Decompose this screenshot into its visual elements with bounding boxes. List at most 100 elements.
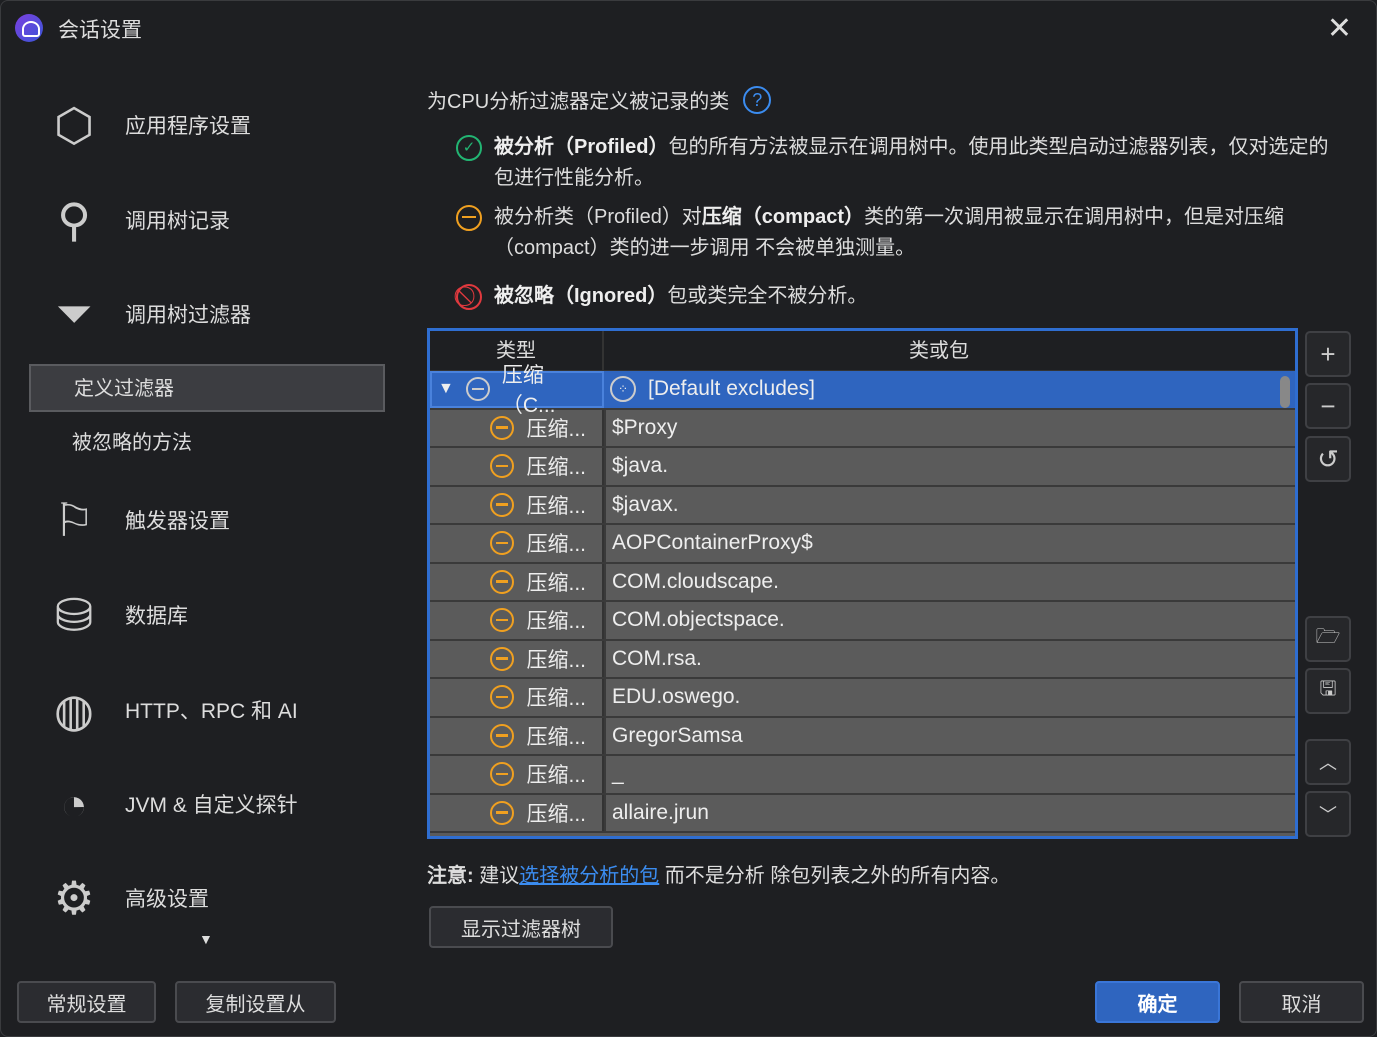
- compact-icon: [490, 800, 515, 825]
- compact-icon: [490, 454, 515, 479]
- legend-bold: 被忽略（Ignored）: [494, 285, 668, 307]
- move-down-button[interactable]: ﹀: [1305, 791, 1351, 837]
- gauge-icon: ◔: [60, 778, 88, 830]
- nav-label: HTTP、RPC 和 AI: [125, 700, 298, 723]
- value-cell: $Proxy: [604, 409, 1274, 446]
- ignored-icon: ⃠: [456, 284, 482, 310]
- table-row[interactable]: 压缩... $javax.: [430, 486, 1295, 525]
- page-heading: 为CPU分析过滤器定义被记录的类?: [427, 85, 772, 114]
- nav-item-4[interactable]: ⛁ 数据库: [45, 586, 188, 644]
- general-settings-button[interactable]: 常规设置: [17, 981, 156, 1023]
- compact-icon: [490, 646, 515, 671]
- nav-item-5[interactable]: ◍ HTTP、RPC 和 AI: [45, 681, 298, 739]
- value-cell: ⁘ [Default excludes]: [604, 371, 1274, 408]
- subnav-define-filters[interactable]: 定义过滤器: [29, 364, 385, 412]
- copy-settings-button[interactable]: 复制设置从: [175, 981, 336, 1023]
- table-row[interactable]: 压缩... _: [430, 756, 1295, 795]
- type-cell: 压缩...: [430, 640, 604, 677]
- nav-label: 调用树过滤器: [125, 304, 251, 327]
- remove-button[interactable]: −: [1305, 383, 1351, 429]
- value-cell: COM.cloudscape.: [604, 563, 1274, 600]
- value-cell: AOPContainerProxy$: [604, 525, 1274, 562]
- type-cell: 压缩...: [430, 409, 604, 446]
- close-icon[interactable]: ✕: [1327, 11, 1352, 46]
- type-cell: 压缩...: [430, 525, 604, 562]
- type-text: 压缩...: [526, 533, 586, 557]
- type-cell: 压缩...: [430, 756, 604, 793]
- session-settings-dialog: 会话设置 ✕ ⬡ 应用程序设置 ⚲ 调用树记录 ⏷ 调用树过滤器 ⚐ 触发器设置 ⛁ 数据库 ◍ HT…: [0, 0, 1377, 1037]
- table-row[interactable]: 压缩... $Proxy: [430, 409, 1295, 448]
- compact-icon: [490, 608, 515, 633]
- type-cell: ▼ 压缩（C...: [430, 364, 604, 417]
- add-button[interactable]: +: [1305, 331, 1351, 377]
- subnav-ignored-methods[interactable]: 被忽略的方法: [29, 420, 385, 468]
- table-row[interactable]: 压缩... AOPContainerProxy$: [430, 525, 1295, 564]
- table-scrollbar[interactable]: [1280, 376, 1290, 408]
- table-row[interactable]: 压缩... $java.: [430, 448, 1295, 487]
- note-pre: 建议: [479, 865, 520, 887]
- type-cell: 压缩...: [430, 563, 604, 600]
- app-logo-icon: [15, 14, 43, 42]
- value-cell: allaire.jrun: [604, 794, 1274, 831]
- nav-item-6[interactable]: ◔ JVM & 自定义探针: [45, 775, 298, 833]
- type-text: 压缩...: [526, 764, 586, 788]
- nav-label: 数据库: [125, 605, 188, 628]
- legend-bold: 被分析（Profiled）: [494, 136, 669, 158]
- table-row[interactable]: 压缩... COM.cloudscape.: [430, 563, 1295, 602]
- nav-item-7[interactable]: ⚙ 高级设置: [45, 869, 209, 927]
- open-folder-button[interactable]: 🗁: [1305, 616, 1351, 662]
- move-up-button[interactable]: ︿: [1305, 739, 1351, 785]
- type-text: 压缩...: [526, 648, 586, 672]
- compact-icon: [490, 762, 515, 787]
- cancel-button[interactable]: 取消: [1239, 981, 1364, 1023]
- table-row[interactable]: 压缩... GregorSamsa: [430, 717, 1295, 756]
- filter-icon: ⏷: [55, 287, 93, 339]
- value-text: COM.objectspace.: [612, 608, 785, 632]
- compact-icon: [490, 415, 515, 440]
- table-row[interactable]: 压缩... allaire.jrun: [430, 794, 1295, 833]
- type-cell: 压缩...: [430, 448, 604, 485]
- select-profiled-packages-link[interactable]: 选择被分析的包: [519, 865, 659, 887]
- nav-item-3[interactable]: ⚐ 触发器设置: [45, 491, 230, 549]
- value-cell: $java.: [604, 448, 1274, 485]
- type-cell: 压缩...: [430, 717, 604, 754]
- database-icon: ⛁: [54, 589, 94, 641]
- value-cell: $javax.: [604, 486, 1274, 523]
- value-text: GregorSamsa: [612, 723, 743, 747]
- compact-icon: [490, 685, 515, 710]
- table-row[interactable]: ▼ 压缩（C... ⁘ [Default excludes]: [430, 364, 1295, 417]
- table-row[interactable]: 压缩... COM.objectspace.: [430, 602, 1295, 641]
- ok-button[interactable]: 确定: [1095, 981, 1220, 1023]
- type-text: 压缩...: [526, 571, 586, 595]
- note-post: 而不是分析 除包列表之外的所有内容。: [659, 865, 1011, 887]
- compact-icon: [490, 723, 515, 748]
- reset-button[interactable]: ↺: [1305, 436, 1351, 482]
- value-cell: COM.rsa.: [604, 640, 1274, 677]
- help-icon[interactable]: ?: [743, 85, 772, 114]
- nav-item-1[interactable]: ⚲ 调用树记录: [45, 191, 230, 249]
- compact-icon: [456, 205, 482, 231]
- table-row[interactable]: 压缩... EDU.oswego.: [430, 679, 1295, 718]
- compact-icon: [490, 531, 515, 556]
- nav-item-2[interactable]: ⏷ 调用树过滤器: [45, 285, 251, 343]
- type-text: 压缩...: [526, 687, 586, 711]
- value-text: COM.rsa.: [612, 646, 702, 670]
- scroll-down-icon[interactable]: ▼: [199, 931, 213, 947]
- show-filter-tree-button[interactable]: 显示过滤器树: [429, 906, 613, 948]
- save-button[interactable]: 🖫: [1305, 668, 1351, 714]
- expand-icon[interactable]: ▼: [438, 380, 454, 398]
- legend-ignored: ⃠ 被忽略（Ignored）包或类完全不被分析。: [456, 281, 1336, 312]
- type-text: 压缩...: [526, 494, 586, 518]
- cube-icon: ⬡: [53, 99, 95, 151]
- filter-table[interactable]: 类型 类或包 ▼ 压缩（C... ⁘ [Default excludes] 压缩... $…: [427, 328, 1298, 839]
- header-class-or-package[interactable]: 类或包: [604, 331, 1274, 370]
- nav-label: 高级设置: [125, 888, 209, 911]
- table-row[interactable]: 压缩... COM.rsa.: [430, 640, 1295, 679]
- nav-item-0[interactable]: ⬡ 应用程序设置: [45, 96, 251, 154]
- value-text: $Proxy: [612, 415, 678, 439]
- check-icon: ✓: [456, 135, 482, 161]
- compact-icon: [490, 492, 515, 517]
- globe-icon: ◍: [53, 684, 95, 736]
- value-text: COM.cloudscape.: [612, 569, 779, 593]
- value-cell: EDU.oswego.: [604, 679, 1274, 716]
